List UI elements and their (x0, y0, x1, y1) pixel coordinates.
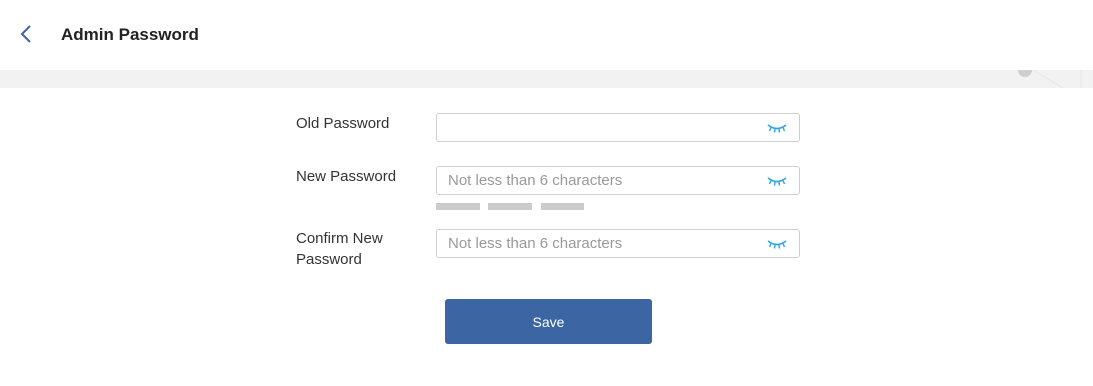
eye-closed-icon[interactable] (766, 121, 788, 135)
confirm-password-input[interactable] (448, 230, 758, 257)
new-password-label: New Password (296, 168, 397, 185)
confirm-password-label-line1: Confirm New (296, 230, 383, 247)
header-divider-band (0, 70, 1093, 88)
decorative-map-lines (1018, 70, 1082, 88)
save-button[interactable]: Save (445, 299, 652, 344)
new-password-field[interactable] (436, 166, 800, 195)
eye-closed-icon[interactable] (766, 237, 788, 251)
strength-segment-weak (436, 203, 480, 210)
page-title: Admin Password (61, 25, 199, 44)
strength-segment-strong (541, 203, 584, 210)
confirm-password-field[interactable] (436, 229, 800, 258)
confirm-password-label: Confirm New Password (296, 228, 383, 270)
old-password-label: Old Password (296, 115, 390, 132)
strength-segment-medium (488, 203, 532, 210)
old-password-input[interactable] (448, 114, 758, 141)
new-password-input[interactable] (448, 167, 758, 194)
confirm-password-label-line2: Password (296, 251, 362, 268)
back-icon[interactable] (14, 22, 38, 46)
page-header: Admin Password (0, 0, 1093, 70)
eye-closed-icon[interactable] (766, 174, 788, 188)
old-password-field[interactable] (436, 113, 800, 142)
